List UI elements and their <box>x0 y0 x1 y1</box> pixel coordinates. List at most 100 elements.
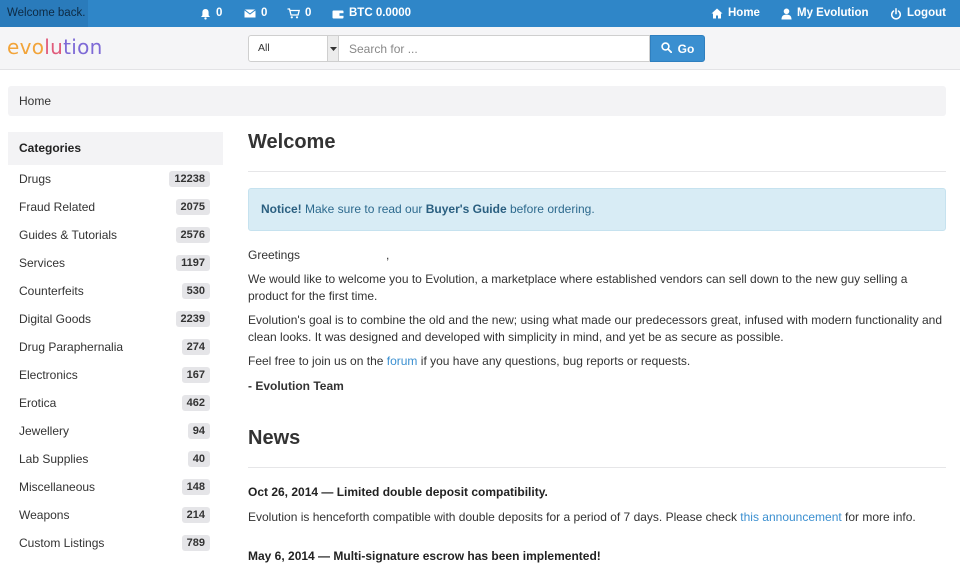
category-label: Digital Goods <box>19 312 92 326</box>
category-select-value: All <box>258 42 270 54</box>
signature: - Evolution Team <box>248 379 344 393</box>
category-count-badge: 2239 <box>175 311 210 327</box>
wallet-icon <box>332 9 344 19</box>
notifications-count: 0 <box>216 7 223 19</box>
category-count-badge: 530 <box>181 283 210 299</box>
greeting-comma: , <box>386 248 390 262</box>
category-item[interactable]: Guides & Tutorials 2576 <box>8 221 223 249</box>
my-evolution-label: My Evolution <box>797 7 869 19</box>
category-count-badge: 167 <box>181 367 210 383</box>
envelope-icon <box>244 9 256 18</box>
news-body-text-after: for more info. <box>841 510 916 524</box>
notice-text-after: before ordering. <box>506 202 595 216</box>
category-label: Lab Supplies <box>19 452 89 466</box>
category-item[interactable]: Miscellaneous 148 <box>8 473 223 501</box>
category-item[interactable]: Jewellery 94 <box>8 417 223 445</box>
welcome-heading: Welcome <box>248 131 336 153</box>
search-go-button[interactable]: Go <box>650 35 705 62</box>
category-list: Drugs 12238 Fraud Related 2075 Guides & Tuto… <box>8 165 223 557</box>
forum-text-before: Feel free to join us on the <box>248 354 387 368</box>
logout-label: Logout <box>907 7 946 19</box>
notifications-link[interactable]: 0 <box>200 0 222 27</box>
home-label: Home <box>728 7 760 19</box>
category-item[interactable]: Fraud Related 2075 <box>8 193 223 221</box>
category-item[interactable]: Lab Supplies 40 <box>8 445 223 473</box>
go-label: Go <box>677 41 695 56</box>
category-label: Miscellaneous <box>19 480 96 494</box>
category-label: Counterfeits <box>19 284 84 298</box>
news-body: Evolution is henceforth compatible with … <box>248 509 946 526</box>
category-select[interactable]: All <box>248 35 339 62</box>
category-count-badge: 94 <box>187 423 210 439</box>
news-title: May 6, 2014 — Multi-signature escrow has… <box>248 549 601 563</box>
category-count-badge: 214 <box>181 507 210 523</box>
breadcrumb: Home <box>8 86 946 116</box>
category-count-badge: 789 <box>181 535 210 551</box>
search-input[interactable] <box>339 35 650 62</box>
category-item[interactable]: Erotica 462 <box>8 389 223 417</box>
category-label: Electronics <box>19 368 78 382</box>
cart-icon <box>287 8 300 19</box>
messages-link[interactable]: 0 <box>244 0 267 27</box>
category-item[interactable]: Custom Listings 789 <box>8 529 223 557</box>
balance-link[interactable]: BTC 0.0000 <box>332 0 411 27</box>
forum-paragraph: Feel free to join us on the forum if you… <box>248 353 946 370</box>
forum-text-after: if you have any questions, bug reports o… <box>417 354 691 368</box>
home-icon <box>711 8 723 19</box>
my-evolution-link[interactable]: My Evolution <box>781 0 869 27</box>
site-header: evolution All Go <box>0 27 960 70</box>
evolution-logo[interactable]: evolution <box>7 35 103 59</box>
home-link[interactable]: Home <box>711 0 760 27</box>
greeting-text: Greetings <box>248 248 301 262</box>
category-item[interactable]: Counterfeits 530 <box>8 277 223 305</box>
category-count-badge: 40 <box>187 451 210 467</box>
category-item[interactable]: Weapons 214 <box>8 501 223 529</box>
category-label: Services <box>19 256 66 270</box>
category-count-badge: 274 <box>181 339 210 355</box>
category-label: Jewellery <box>19 424 70 438</box>
news-body-text: Evolution is henceforth compatible with … <box>248 510 741 524</box>
main-content: Welcome Notice! Make sure to read our Bu… <box>248 128 946 565</box>
category-label: Drugs <box>19 172 52 186</box>
divider <box>248 171 946 172</box>
category-count-badge: 12238 <box>169 171 210 187</box>
logo-part-1: evo <box>7 35 45 59</box>
notice-text-before: Make sure to read our <box>301 202 426 216</box>
notice-alert: Notice! Make sure to read our Buyer's Gu… <box>248 188 946 231</box>
user-icon <box>781 8 792 20</box>
category-label: Drug Paraphernalia <box>19 340 124 354</box>
btc-balance: BTC 0.0000 <box>349 7 412 19</box>
category-item[interactable]: Services 1197 <box>8 249 223 277</box>
divider <box>248 467 946 468</box>
bell-icon <box>200 8 211 20</box>
power-icon <box>890 7 902 20</box>
category-label: Custom Listings <box>19 536 105 550</box>
logo-part-2: lu <box>44 35 64 59</box>
category-count-badge: 2075 <box>175 199 210 215</box>
category-label: Weapons <box>19 508 70 522</box>
forum-link[interactable]: forum <box>387 354 418 368</box>
categories-sidebar: Categories Drugs 12238 Fraud Related 2075 Gu… <box>8 132 223 557</box>
buyers-guide-link[interactable]: Buyer's Guide <box>426 202 507 216</box>
category-count-badge: 1197 <box>176 255 210 271</box>
logout-link[interactable]: Logout <box>890 0 946 27</box>
categories-title: Categories <box>8 132 223 165</box>
category-item[interactable]: Digital Goods 2239 <box>8 305 223 333</box>
messages-count: 0 <box>261 7 268 19</box>
category-item[interactable]: Electronics 167 <box>8 361 223 389</box>
category-item[interactable]: Drug Paraphernalia 274 <box>8 333 223 361</box>
announcement-link[interactable]: this announcement <box>740 510 841 524</box>
search-icon <box>660 41 672 56</box>
welcome-message: Welcome back. <box>0 0 88 27</box>
breadcrumb-home[interactable]: Home <box>19 94 51 108</box>
category-label: Fraud Related <box>19 200 96 214</box>
category-count-badge: 148 <box>181 479 210 495</box>
cart-count: 0 <box>305 7 312 19</box>
goal-paragraph: Evolution's goal is to combine the old a… <box>248 313 943 344</box>
category-item[interactable]: Drugs 12238 <box>8 165 223 193</box>
greeting: Greetings, <box>248 247 946 264</box>
cart-link[interactable]: 0 <box>287 0 311 27</box>
intro-paragraph: We would like to welcome you to Evolutio… <box>248 272 908 303</box>
notice-lead: Notice! <box>261 202 302 216</box>
category-label: Guides & Tutorials <box>19 228 118 242</box>
